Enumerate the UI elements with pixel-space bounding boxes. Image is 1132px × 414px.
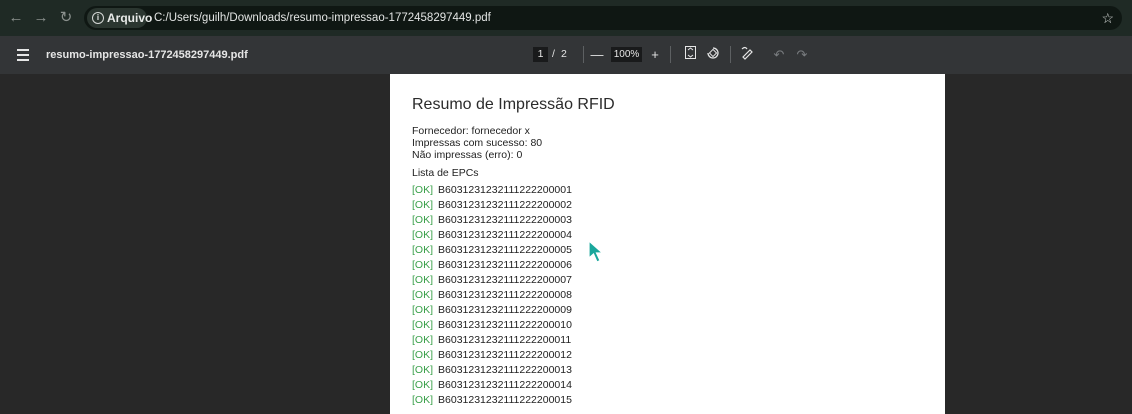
document-title: Resumo de Impressão RFID	[412, 96, 615, 113]
epc-code: B6031231232111222200009	[438, 304, 572, 316]
epc-list-item: [OK] B6031231232111222200006	[412, 258, 572, 273]
epc-status: [OK]	[412, 379, 434, 391]
epc-list-item: [OK] B6031231232111222200015	[412, 393, 572, 408]
epc-code: B6031231232111222200001	[438, 184, 572, 196]
epc-list-item: [OK] B6031231232111222200004	[412, 228, 572, 243]
epc-code: B6031231232111222200013	[438, 364, 572, 376]
pdf-toolbar: resumo-impressao-1772458297449.pdf 1 / 2…	[0, 36, 1132, 74]
epc-status: [OK]	[412, 259, 434, 271]
epc-code: B6031231232111222200012	[438, 349, 572, 361]
zoom-in-button[interactable]: +	[647, 46, 663, 63]
printed-error-line: Não impressas (erro): 0	[412, 149, 523, 161]
page-separator: /	[552, 48, 555, 60]
epc-list-item: [OK] B6031231232111222200008	[412, 288, 572, 303]
epc-code: B6031231232111222200004	[438, 229, 572, 241]
zoom-level-input[interactable]: 100%	[611, 47, 642, 62]
pdf-filename: resumo-impressao-1772458297449.pdf	[46, 49, 248, 61]
epc-code: B6031231232111222200007	[438, 274, 572, 286]
epc-status: [OK]	[412, 229, 434, 241]
epc-status: [OK]	[412, 184, 434, 196]
rotate-icon[interactable]	[705, 46, 721, 63]
forward-arrow-icon[interactable]: →	[31, 8, 51, 28]
epc-code: B6031231232111222200006	[438, 259, 572, 271]
site-info-label: Arquivo	[107, 11, 153, 25]
fit-page-icon[interactable]	[682, 46, 698, 63]
epc-list-item: [OK] B6031231232111222200002	[412, 198, 572, 213]
epc-status: [OK]	[412, 304, 434, 316]
epc-list-item: [OK] B6031231232111222200012	[412, 348, 572, 363]
epc-status: [OK]	[412, 244, 434, 256]
epc-status: [OK]	[412, 274, 434, 286]
epc-status: [OK]	[412, 214, 434, 226]
epc-status: [OK]	[412, 319, 434, 331]
toolbar-divider	[670, 46, 671, 63]
address-bar[interactable]: i Arquivo C:/Users/guilh/Downloads/resum…	[84, 6, 1122, 30]
epc-status: [OK]	[412, 394, 434, 406]
mouse-cursor-icon	[588, 240, 604, 263]
epc-list-item: [OK] B6031231232111222200007	[412, 273, 572, 288]
epc-code: B6031231232111222200015	[438, 394, 572, 406]
site-info-chip[interactable]: i Arquivo	[87, 8, 152, 28]
annotate-pen-icon[interactable]	[740, 46, 756, 63]
epc-list-item: [OK] B6031231232111222200010	[412, 318, 572, 333]
epc-code: B6031231232111222200011	[438, 334, 572, 346]
epc-list-item: [OK] B6031231232111222200011	[412, 333, 572, 348]
epc-code: B6031231232111222200014	[438, 379, 572, 391]
url-text[interactable]: C:/Users/guilh/Downloads/resumo-impressa…	[154, 6, 491, 30]
epc-list-item: [OK] B6031231232111222200013	[412, 363, 572, 378]
epc-code: B6031231232111222200003	[438, 214, 572, 226]
epc-list-item: [OK] B6031231232111222200005	[412, 243, 572, 258]
epc-list-item: [OK] B6031231232111222200014	[412, 378, 572, 393]
epc-code: B6031231232111222200008	[438, 289, 572, 301]
browser-toolbar: ← → ↻ i Arquivo C:/Users/guilh/Downloads…	[0, 0, 1132, 36]
epc-code: B6031231232111222200002	[438, 199, 572, 211]
undo-icon[interactable]: ↶	[771, 46, 787, 63]
back-arrow-icon[interactable]: ←	[6, 8, 26, 28]
redo-icon[interactable]: ↷	[794, 46, 810, 63]
menu-icon[interactable]	[17, 49, 29, 61]
epc-status: [OK]	[412, 364, 434, 376]
epc-status: [OK]	[412, 349, 434, 361]
epc-status: [OK]	[412, 199, 434, 211]
epc-list-item: [OK] B6031231232111222200001	[412, 183, 572, 198]
reload-icon[interactable]: ↻	[56, 8, 76, 28]
epc-list-item: [OK] B6031231232111222200003	[412, 213, 572, 228]
epc-list-item: [OK] B6031231232111222200009	[412, 303, 572, 318]
bookmark-star-icon[interactable]: ☆	[1101, 8, 1114, 28]
epc-status: [OK]	[412, 334, 434, 346]
zoom-out-button[interactable]: —	[589, 46, 605, 63]
epc-code: B6031231232111222200005	[438, 244, 572, 256]
pdf-page: Resumo de Impressão RFID Fornecedor: for…	[390, 74, 945, 414]
epc-list-title: Lista de EPCs	[412, 167, 479, 179]
epc-status: [OK]	[412, 289, 434, 301]
toolbar-divider	[730, 46, 731, 63]
total-pages: 2	[561, 48, 567, 60]
info-icon: i	[92, 12, 104, 24]
toolbar-divider	[583, 46, 584, 63]
epc-code: B6031231232111222200010	[438, 319, 572, 331]
current-page-input[interactable]: 1	[533, 47, 548, 62]
epc-list: [OK] B6031231232111222200001 [OK] B60312312…	[412, 183, 572, 408]
